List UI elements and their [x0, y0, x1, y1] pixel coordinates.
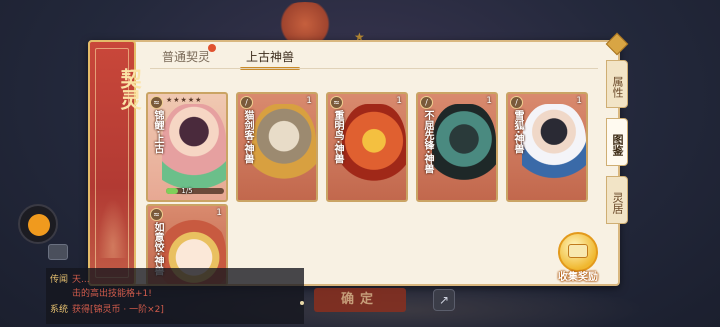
spirit-card[interactable]: ≈ 1 重明鸟·神兽	[326, 92, 408, 202]
title-strip-ornament	[98, 198, 128, 258]
water-element-icon: ≈	[150, 96, 163, 109]
collect-reward-button[interactable]: 收集奖励	[548, 232, 608, 284]
confirm-button[interactable]: 确定	[314, 288, 406, 312]
sword-element-icon: /	[420, 96, 433, 109]
share-icon[interactable]: ↗	[433, 289, 455, 311]
sword-element-icon: /	[240, 96, 253, 109]
card-name: 猫剑客·神兽	[242, 110, 253, 164]
spirit-card[interactable]: / 1 雪狐·神兽	[506, 92, 588, 202]
chat-channel-tag: 传闻	[50, 275, 69, 285]
chat-channel-tag: 系统	[50, 305, 69, 315]
reward-label: 收集奖励	[558, 272, 598, 283]
sword-element-icon: /	[510, 96, 523, 109]
card-progress-label: 1/5	[181, 187, 193, 195]
pumpkin-pet-icon	[28, 214, 50, 236]
tab-normal-spirit[interactable]: 普通契灵	[162, 46, 210, 68]
tab-divider	[150, 68, 598, 69]
card-portrait	[252, 104, 316, 196]
tab-ancient-beast[interactable]: 上古神兽	[239, 46, 301, 70]
chat-message: 击的高出技能格+1!	[72, 289, 152, 299]
decor-dot	[300, 301, 304, 305]
chat-message: 天...	[72, 275, 90, 285]
card-stars: ★★★★★	[166, 96, 203, 104]
card-portrait	[432, 104, 496, 196]
side-tab-dwelling[interactable]: 灵居	[606, 176, 628, 224]
chat-box[interactable]: 传闻 天... 击的高出技能格+1! 系统 获得[锦灵币 · 一阶×2]	[46, 268, 304, 324]
spirit-card[interactable]: / 1 猫剑客·神兽	[236, 92, 318, 202]
water-element-icon: ≈	[150, 208, 163, 221]
card-count: 1	[216, 208, 222, 218]
panel-title: 契灵	[118, 68, 142, 110]
chat-icon[interactable]	[48, 244, 68, 260]
card-portrait	[342, 104, 406, 196]
chat-line: 系统 获得[锦灵币 · 一阶×2]	[50, 302, 164, 315]
side-tab-attributes[interactable]: 属性	[606, 60, 628, 108]
card-count: 1	[486, 96, 492, 106]
side-tab-collection[interactable]: 图鉴	[606, 118, 628, 166]
chat-line: 击的高出技能格+1!	[72, 286, 152, 299]
chat-message: 获得[锦灵币 · 一阶×2]	[72, 305, 164, 315]
card-count: 1	[396, 96, 402, 106]
chest-icon	[568, 244, 588, 258]
card-portrait	[522, 104, 586, 196]
card-portrait	[162, 104, 226, 196]
card-count: 1	[306, 96, 312, 106]
spirit-card[interactable]: / 1 不屈先锋·神兽	[416, 92, 498, 202]
water-element-icon: ≈	[330, 96, 343, 109]
card-count: 1	[576, 96, 582, 106]
background-creature	[270, 2, 340, 42]
pet-avatar-button[interactable]	[18, 204, 58, 244]
card-name: 锦鲤·上古	[152, 110, 163, 154]
spirit-card[interactable]: ≈ ★★★★★ 锦鲤·上古 1/5	[146, 92, 228, 202]
chat-line: 传闻 天...	[50, 272, 90, 285]
panel-title-strip: 契灵	[88, 40, 142, 286]
tab-notification-dot	[208, 44, 216, 52]
card-name: 雪狐·神兽	[512, 110, 523, 154]
card-name: 重明鸟·神兽	[332, 110, 343, 164]
card-name: 不屈先锋·神兽	[422, 110, 433, 174]
